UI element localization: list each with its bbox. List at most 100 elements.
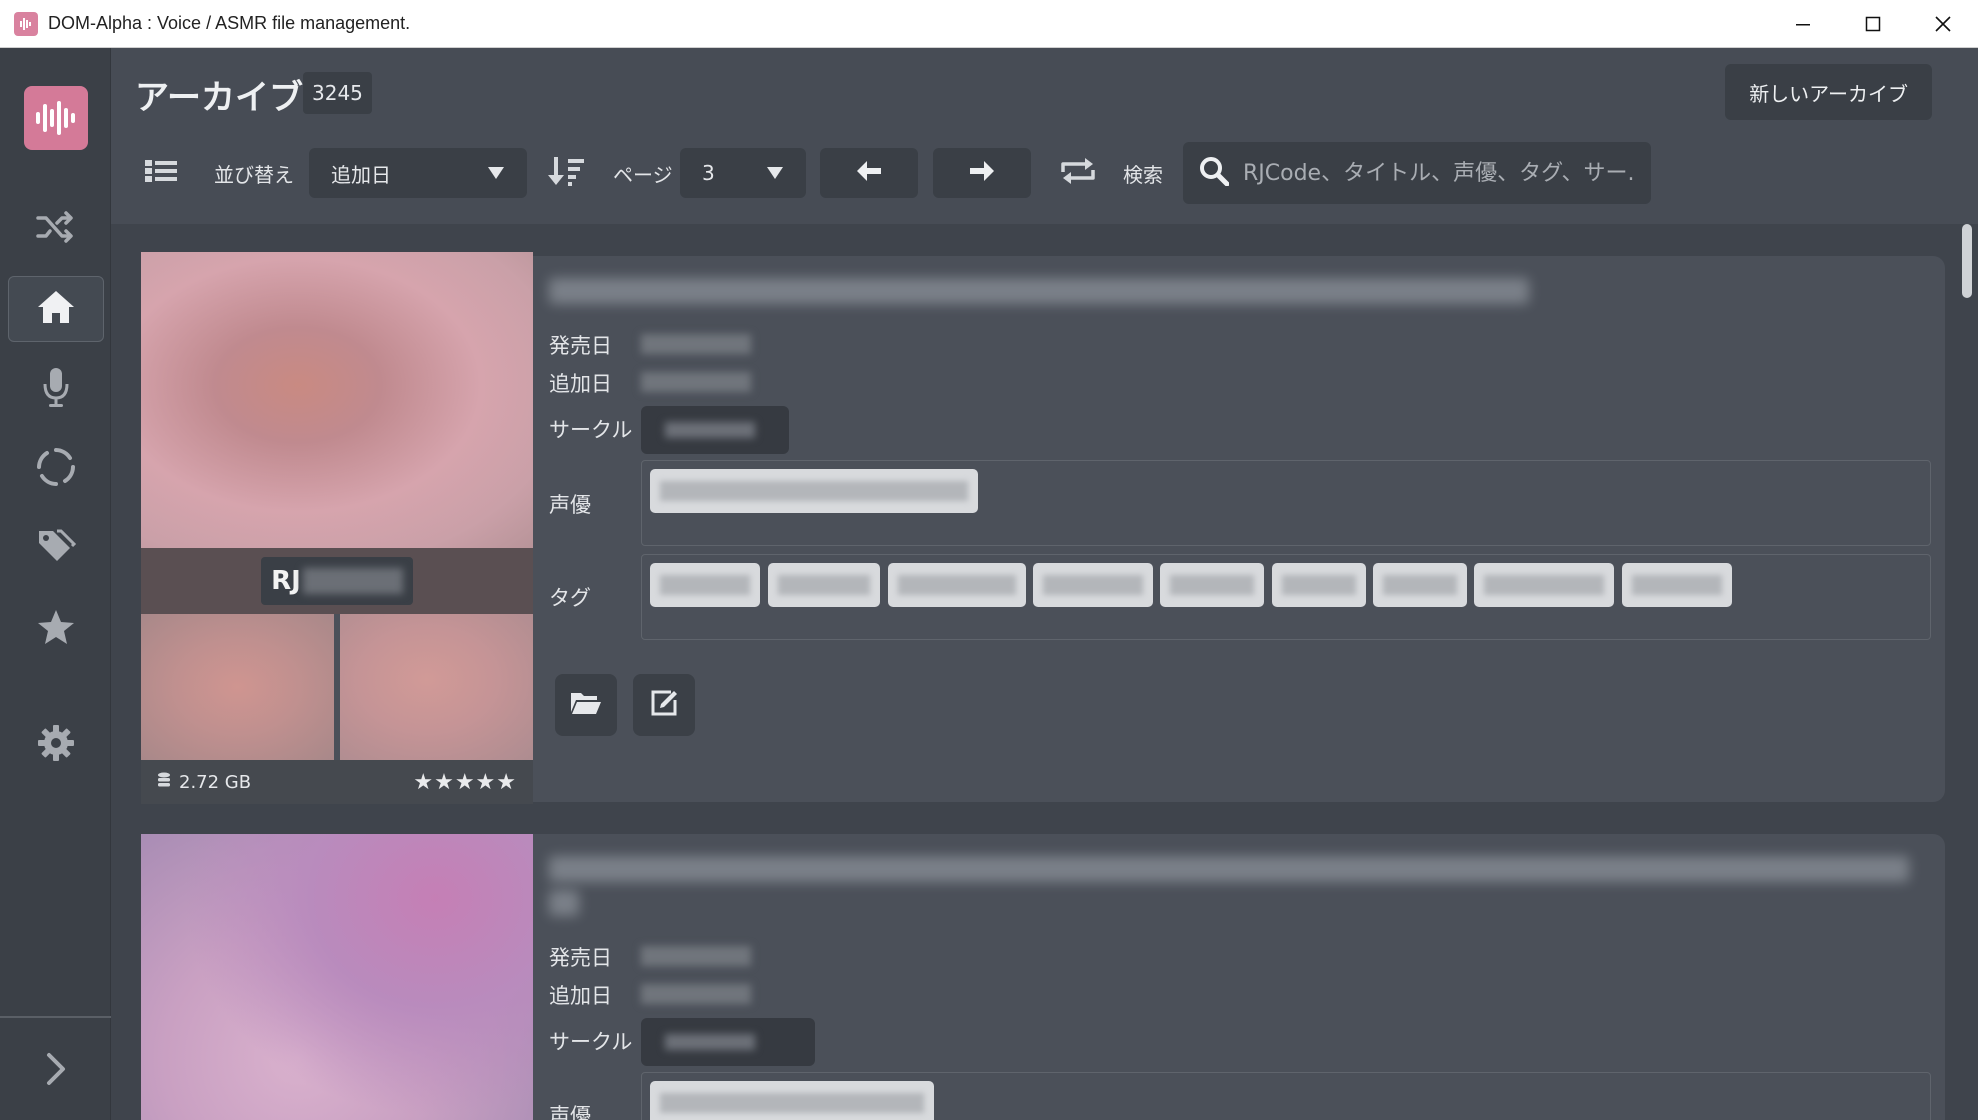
tag-chip[interactable] [1474,563,1614,607]
refresh-button[interactable] [1056,148,1100,198]
window-title: DOM-Alpha : Voice / ASMR file management… [48,13,411,33]
tags-label: タグ [549,586,591,610]
thumbnail-column [141,834,533,1120]
toolbar: 並び替え 追加日 ページ 3 検索 RJCode、タイトル、声優、タグ、サー..… [111,142,1978,210]
scrollbar-thumb[interactable] [1962,224,1972,298]
sidebar-item-settings[interactable] [8,712,104,778]
circle-label: サークル [549,1030,633,1054]
rj-code-label[interactable]: RJ [261,557,413,605]
tags-box [641,554,1931,640]
search-icon [1199,156,1230,190]
added-date-value [641,372,751,392]
sidebar-item-tags[interactable] [8,516,104,582]
dropdown-arrow-icon [766,161,784,185]
tags-icon [36,527,77,571]
card-title-redacted [549,890,579,916]
gear-icon [36,723,76,767]
page-title: アーカイブ [135,78,303,118]
release-date-value [641,946,751,966]
database-icon [157,772,171,793]
circle-chip[interactable] [641,406,789,454]
microphone-icon [41,366,71,412]
cover-image[interactable] [141,252,533,548]
card-footer: 2.72 GB ★★★★★ [141,760,533,804]
tag-chip[interactable] [1272,563,1366,607]
tag-chip[interactable] [650,563,760,607]
arrow-left-icon [856,160,882,186]
added-date-value [641,984,751,1004]
archive-header: アーカイブ 3245 新しいアーカイブ 並び替え 追加日 ページ 3 検索 RJ… [111,48,1978,224]
page-label: ページ [613,162,673,187]
release-date-label: 発売日 [549,946,612,970]
cv-label: 声優 [549,493,591,517]
previous-page-button[interactable] [820,148,918,198]
search-box[interactable] [1183,142,1651,204]
sidebar-expand-button[interactable] [8,1038,104,1104]
dropdown-arrow-icon [487,161,505,185]
sidebar-item-circles[interactable] [8,436,104,502]
cv-chip[interactable] [650,1081,934,1120]
archive-card[interactable]: 発売日 追加日 サークル 声優 [141,834,1945,1120]
cv-label: 声優 [549,1104,591,1120]
arrow-right-icon [969,160,995,186]
sidebar-divider [0,1016,111,1018]
sort-select[interactable]: 追加日 [309,148,527,198]
sort-descending-icon [548,155,586,191]
sample-image[interactable] [141,614,334,760]
repeat-icon [1059,156,1097,190]
app-icon [14,11,38,36]
tag-chip[interactable] [888,563,1026,607]
release-date-label: 発売日 [549,334,612,358]
sidebar-item-home[interactable] [8,276,104,342]
cover-image[interactable] [141,834,533,1120]
cv-chip[interactable] [650,469,978,513]
window-titlebar: DOM-Alpha : Voice / ASMR file management… [0,0,1978,48]
home-icon [36,289,76,329]
app-logo[interactable] [24,86,88,150]
tag-chip[interactable] [1033,563,1153,607]
cv-box [641,460,1931,546]
sidebar-item-voice-actors[interactable] [8,356,104,422]
star-rating[interactable]: ★★★★★ [413,770,517,795]
cv-box [641,1072,1931,1120]
archive-count-badge: 3245 [303,72,372,114]
list-view-icon [145,158,177,188]
page-select[interactable]: 3 [680,148,806,198]
archive-card[interactable]: RJ 2.72 GB ★★★★★ 発売日 追加日 サークル 声優 タグ [141,252,1945,804]
sample-image[interactable] [340,614,533,760]
circle-dashed-icon [35,446,77,492]
open-folder-button[interactable] [555,674,617,736]
release-date-value [641,334,751,354]
next-page-button[interactable] [933,148,1031,198]
sort-select-value: 追加日 [331,162,391,187]
card-title-redacted [549,856,1909,882]
added-date-label: 追加日 [549,372,612,396]
maximize-button[interactable] [1838,0,1908,48]
card-title-redacted [549,278,1529,304]
circle-label: サークル [549,418,633,442]
new-archive-button[interactable]: 新しいアーカイブ [1725,64,1932,120]
rj-code-strip: RJ [141,548,533,614]
page-select-value: 3 [702,161,715,185]
tag-chip[interactable] [1622,563,1732,607]
search-input[interactable] [1243,160,1635,186]
chevron-right-icon [44,1051,68,1091]
tag-chip[interactable] [1160,563,1264,607]
sidebar-item-favorites[interactable] [8,596,104,662]
archive-list: RJ 2.72 GB ★★★★★ 発売日 追加日 サークル 声優 タグ 発売日 … [111,224,1978,1120]
close-button[interactable] [1908,0,1978,48]
tag-chip[interactable] [1373,563,1467,607]
sort-direction-button[interactable] [547,148,587,198]
sidebar-item-shuffle[interactable] [8,196,104,262]
thumbnail-column: RJ 2.72 GB ★★★★★ [141,252,533,804]
folder-open-icon [570,690,602,720]
edit-button[interactable] [633,674,695,736]
list-view-button[interactable] [141,148,181,198]
circle-chip[interactable] [641,1018,815,1066]
rj-code-redacted [302,568,403,594]
file-size: 2.72 GB [179,771,252,793]
minimize-button[interactable] [1768,0,1838,48]
tag-chip[interactable] [768,563,880,607]
star-icon [37,609,75,649]
sort-label: 並び替え [214,162,294,187]
